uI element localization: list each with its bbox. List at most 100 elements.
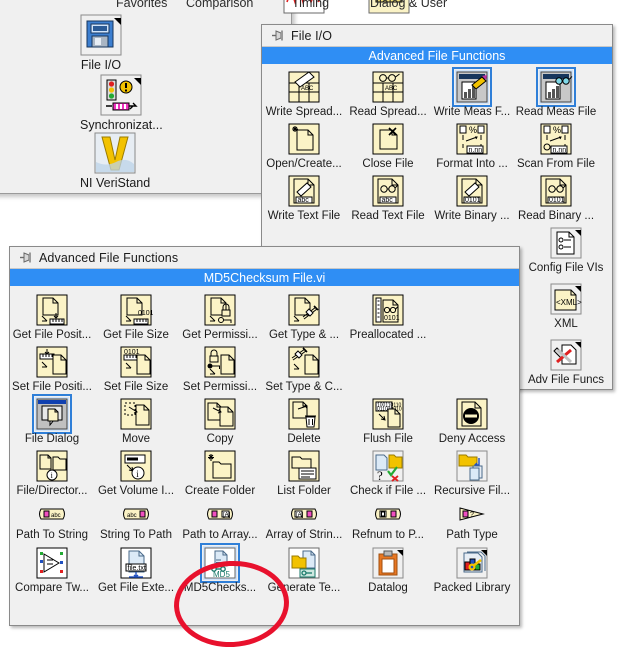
palette-item-recursive-file-list[interactable]: Recursive Fil... [430, 446, 514, 498]
palette-item-write-binary-file[interactable]: 0101 Write Binary ... [430, 171, 514, 223]
advanced-file-functions-palette-window[interactable]: Advanced File Functions MD5Checksum File… [9, 246, 520, 626]
palette-item-label: Config File VIs [528, 262, 604, 274]
palette-item-path-to-array-of-strings[interactable]: [A] Path to Array... [178, 502, 262, 542]
create-folder-icon [203, 449, 237, 483]
pushpin-icon[interactable] [18, 251, 33, 264]
get-file-extension-icon: file.txt [119, 546, 153, 580]
palette-item-label: Write Binary ... [434, 210, 510, 222]
svg-text:abc: abc [51, 513, 61, 519]
file-dialog-icon [32, 394, 72, 434]
palette-item-label: Get Volume I... [97, 485, 175, 497]
svg-text:0101: 0101 [465, 197, 481, 204]
palette-item-read-meas-file[interactable]: Read Meas File [514, 67, 598, 119]
palette-row: ABC Write Spread... ABC Read Spread... W… [262, 67, 612, 119]
read-binary-file-icon: 0101 [539, 174, 573, 208]
palette-item-get-type-creator[interactable]: Get Type & ... [262, 290, 346, 342]
svg-text:abc: abc [298, 197, 310, 204]
palette-item-xml[interactable]: <XML> XML [520, 279, 612, 331]
palette-item-array-of-strings-to-path[interactable]: [A] Array of Strin... [262, 502, 346, 542]
palette-item-get-volume-info[interactable]: i Get Volume I... [94, 446, 178, 498]
palette-item-get-file-size[interactable]: 0101 Get File Size [94, 290, 178, 342]
palette-item-set-permissions[interactable]: Set Permissi... [178, 342, 262, 394]
palette-item-empty [346, 342, 430, 394]
generate-temporary-file-icon [287, 546, 321, 580]
palette-item-check-if-file-exists[interactable]: ? Check if File ... [346, 446, 430, 498]
palette-item-get-permissions[interactable]: Get Permissi... [178, 290, 262, 342]
palette-item-get-file-extension[interactable]: file.txt Get File Exte... [94, 543, 178, 595]
palette-item-datalog[interactable]: Datalog [346, 543, 430, 595]
palette-item-config-file-vis[interactable]: Config File VIs [520, 223, 612, 275]
palette-item-write-text-file[interactable]: abc Write Text File [262, 171, 346, 223]
file-io-icon [80, 14, 122, 56]
palette-item-set-file-position[interactable]: Set File Positi... [10, 342, 94, 394]
palette-item-label: Synchronizat... [80, 118, 163, 132]
svg-text:abc: abc [127, 513, 137, 519]
palette-item-label: Preallocated ... [349, 329, 427, 341]
scan-from-file-icon: % n.nn [539, 122, 573, 156]
palette-item-compare-two-paths[interactable]: Compare Tw... [10, 543, 94, 595]
palette-item-label: Delete [287, 433, 321, 445]
list-folder-icon [287, 449, 321, 483]
md5-checksum-icon: MD5 [200, 543, 240, 583]
palette-item-open-create-replace[interactable]: Open/Create... [262, 119, 346, 171]
set-permissions-icon [203, 345, 237, 379]
advanced-items-grid: Get File Posit... 0101 Get File Size Get… [10, 286, 519, 597]
palette-item-copy[interactable]: Copy [178, 394, 262, 446]
palette-item-file-dialog[interactable]: File Dialog [10, 394, 94, 446]
palette-item-read-text-file[interactable]: abc Read Text File [346, 171, 430, 223]
palette-item-empty [430, 290, 514, 342]
open-create-replace-icon [287, 122, 321, 156]
set-file-size-icon: 0101 [119, 345, 153, 379]
palette-item-file-directory-info[interactable]: i File/Director... [10, 446, 94, 498]
palette-item-write-meas-file[interactable]: Write Meas F... [430, 67, 514, 119]
deny-access-icon [455, 397, 489, 431]
palette-item-md5-checksum[interactable]: MD5 MD5Checks... [178, 543, 262, 595]
get-file-position-icon [35, 293, 69, 327]
palette-item-get-file-position[interactable]: Get File Posit... [10, 290, 94, 342]
palette-item-label: Read Text File [351, 210, 425, 222]
palette-item-label: Generate Te... [267, 582, 341, 594]
palette-item-path-type[interactable]: ? Path Type [430, 502, 514, 542]
palette-item-string-to-path[interactable]: abc String To Path [94, 502, 178, 542]
palette-item-packed-library[interactable]: Packed Library [430, 543, 514, 595]
palette-item-synchronization[interactable]: Synchronizat... [80, 74, 163, 132]
palette-row: Compare Tw... file.txt Get File Exte... [10, 543, 519, 595]
palette-item-move[interactable]: Move [94, 394, 178, 446]
palette-item-delete[interactable]: Delete [262, 394, 346, 446]
palette-item-preallocated-file[interactable]: 0101 Preallocated ... [346, 290, 430, 342]
palette-item-label: Write Spread... [265, 106, 343, 118]
palette-item-scan-from-file[interactable]: % n.nn Scan From File [514, 119, 598, 171]
palette-item-refnum-to-path[interactable]: Refnum to P... [346, 502, 430, 542]
recursive-file-list-icon [455, 449, 489, 483]
palette-item-set-type-creator[interactable]: Set Type & C... [262, 342, 346, 394]
pushpin-icon[interactable] [270, 29, 285, 42]
palette-item-label: Get Permissi... [182, 329, 258, 341]
palette-item-adv-file-funcs[interactable]: Adv File Funcs [520, 335, 612, 387]
palette-item-label: Flush File [363, 433, 413, 445]
palette-item-create-folder[interactable]: Create Folder [178, 446, 262, 498]
palette-item-label: Get File Size [103, 329, 169, 341]
palette-item-write-spreadsheet[interactable]: ABC Write Spread... [262, 67, 346, 119]
palette-item-label: Scan From File [517, 158, 595, 170]
svg-text:n.nn: n.nn [553, 147, 567, 154]
palette-item-path-to-string[interactable]: abc Path To String [10, 502, 94, 542]
palette-item-read-spreadsheet[interactable]: ABC Read Spread... [346, 67, 430, 119]
palette-item-deny-access[interactable]: Deny Access [430, 394, 514, 446]
file-directory-info-icon: i [35, 449, 69, 483]
palette-item-set-file-size[interactable]: 0101 Set File Size [94, 342, 178, 394]
palette-item-flush-file[interactable]: 100110110 011010010 Flush File [346, 394, 430, 446]
file-io-palette-titlebar[interactable]: File I/O [262, 25, 612, 47]
palette-item-ni-veristand[interactable]: NI VeriStand [80, 132, 150, 190]
get-type-creator-icon [287, 293, 321, 327]
xml-icon: <XML> [549, 282, 583, 316]
svg-text:[A]: [A] [223, 513, 231, 519]
palette-item-format-into-file[interactable]: % n.nn Format Into ... [430, 119, 514, 171]
palette-item-list-folder[interactable]: List Folder [262, 446, 346, 498]
palette-item-file-io[interactable]: File I/O [80, 14, 122, 72]
palette-item-close-file[interactable]: Close File [346, 119, 430, 171]
palette-item-generate-temporary-file[interactable]: Generate Te... [262, 543, 346, 595]
advanced-palette-titlebar[interactable]: Advanced File Functions [10, 247, 519, 269]
column-header-timing-top: Timing [292, 0, 330, 10]
palette-item-label: File/Director... [16, 485, 88, 497]
palette-item-read-binary-file[interactable]: 0101 Read Binary ... [514, 171, 598, 223]
